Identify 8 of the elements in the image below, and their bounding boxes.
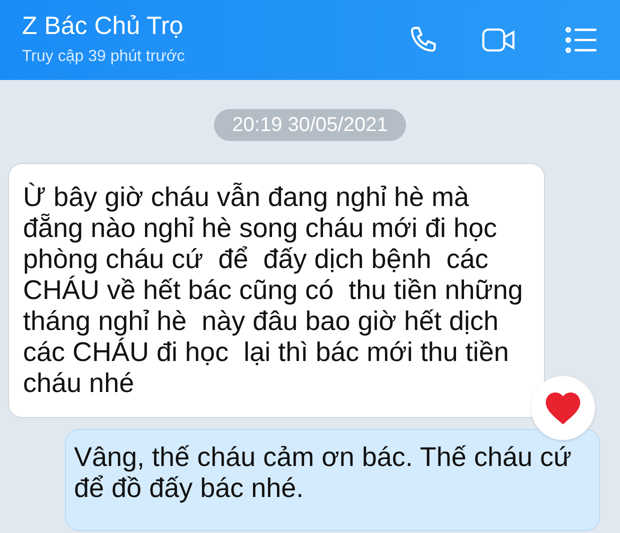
received-message: Ừ bây giờ cháu vẫn đang nghỉ hè mà đẵng nào nghỉ hè song cháu mới đi học phòng cháu cứ để đấy dịch bệnh các CHÁU về hết bác cũng có thu tiền những tháng nghỉ hè này đâu bao giờ hết dịch các CHÁU đi học lại thì bác mới thu tiền cháu nhé	[8, 163, 545, 418]
video-call-icon[interactable]	[482, 26, 516, 54]
last-seen-text: Truy cập 39 phút trước	[22, 47, 186, 67]
sent-message: Vâng, thế cháu cảm ơn bác. Thế cháu cứ để đồ đấy bác nhé.	[65, 429, 600, 531]
heart-icon	[543, 390, 583, 426]
menu-icon[interactable]	[564, 26, 598, 54]
timestamp-pill: 20:19 30/05/2021	[214, 109, 406, 141]
contact-name: Z Bác Chủ Trọ	[22, 11, 184, 41]
